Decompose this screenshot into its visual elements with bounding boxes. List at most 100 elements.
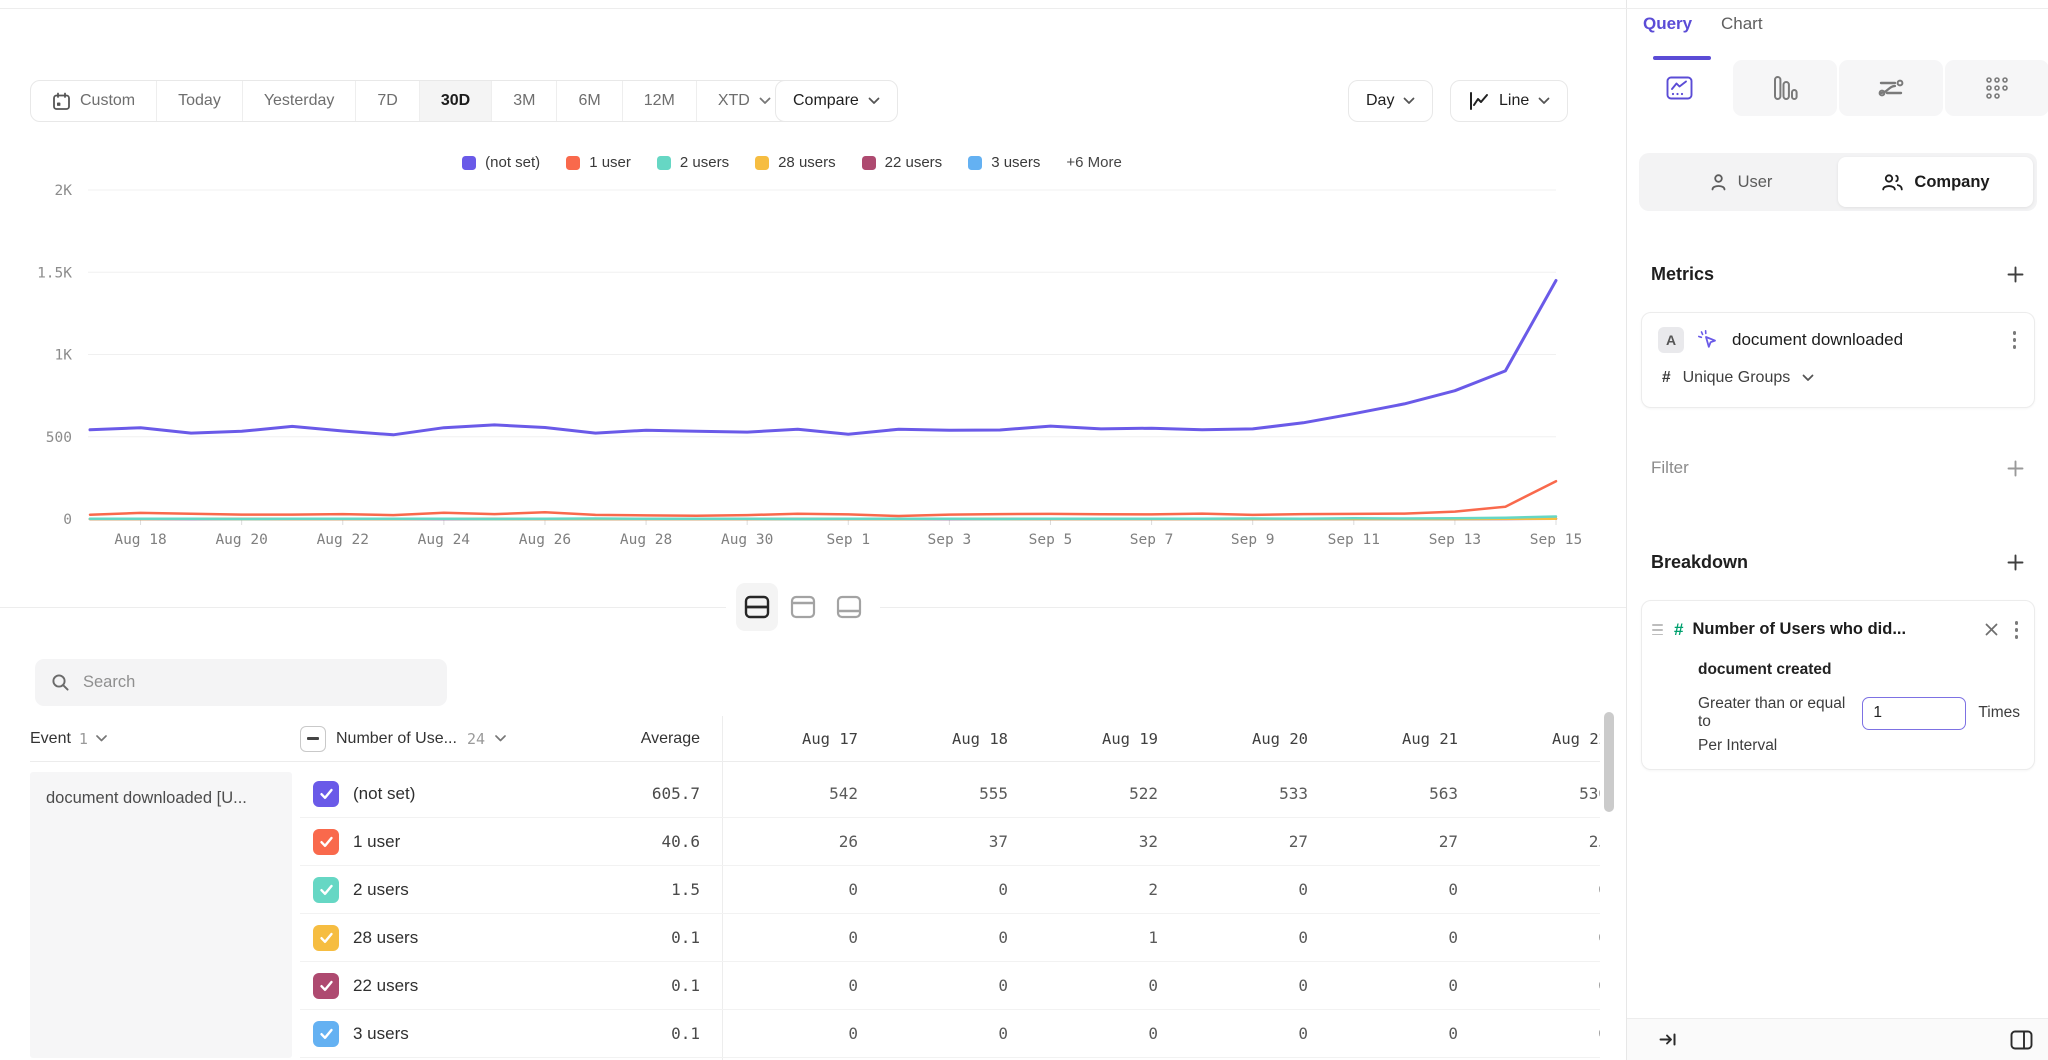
- series-label[interactable]: 22 users: [353, 976, 418, 996]
- date-column-header[interactable]: Aug 19: [1022, 730, 1172, 748]
- date-range-yesterday[interactable]: Yesterday: [243, 81, 357, 121]
- legend-swatch: [755, 156, 769, 170]
- legend-item[interactable]: 3 users: [968, 154, 1040, 171]
- date-column-header[interactable]: Aug 21: [1322, 730, 1472, 748]
- metric-card: A document downloaded # Unique Groups: [1641, 312, 2035, 408]
- series-header-label: Number of Use...: [336, 730, 457, 748]
- event-cell[interactable]: document downloaded [U...: [30, 772, 292, 1058]
- charttype-line-tab[interactable]: [1627, 60, 1731, 116]
- breakdown-section-header: Breakdown: [1651, 546, 2025, 578]
- date-range-12m[interactable]: 12M: [623, 81, 697, 121]
- series-checkbox[interactable]: [313, 1021, 339, 1047]
- svg-text:Aug 18: Aug 18: [114, 532, 166, 548]
- search-input[interactable]: [83, 673, 431, 692]
- breakdown-card-title[interactable]: Number of Users who did...: [1692, 620, 1971, 639]
- date-range-30d[interactable]: 30D: [420, 81, 492, 121]
- date-range-today[interactable]: Today: [157, 81, 243, 121]
- svg-text:2K: 2K: [55, 183, 73, 199]
- date-column-header[interactable]: Aug 20: [1172, 730, 1322, 748]
- date-range-6m[interactable]: 6M: [557, 81, 622, 121]
- line-chart-icon: [1468, 91, 1490, 111]
- condition-label[interactable]: Greater than or equal to: [1698, 695, 1850, 731]
- legend-more[interactable]: +6 More: [1066, 154, 1121, 171]
- charttype-grid-tab[interactable]: [1945, 60, 2048, 116]
- svg-text:Sep 7: Sep 7: [1130, 532, 1174, 548]
- close-icon[interactable]: [1981, 621, 2002, 638]
- series-checkbox[interactable]: [313, 877, 339, 903]
- legend-item[interactable]: 28 users: [755, 154, 836, 171]
- search-box: [35, 659, 447, 706]
- cell-value: 522: [1022, 784, 1172, 803]
- add-filter-button[interactable]: [2005, 458, 2025, 478]
- date-column-headers: Aug 17Aug 18Aug 19Aug 20Aug 21Aug 22: [722, 730, 1600, 748]
- tab-query[interactable]: Query: [1643, 14, 1692, 34]
- metric-event-name[interactable]: document downloaded: [1732, 330, 1996, 350]
- metric-aggregation[interactable]: # Unique Groups: [1662, 369, 1814, 387]
- calendar-icon: [52, 92, 71, 111]
- granularity-label: Day: [1366, 92, 1394, 110]
- series-label[interactable]: 28 users: [353, 928, 418, 948]
- collapse-panel-icon[interactable]: [1659, 1031, 1677, 1048]
- date-column-header[interactable]: Aug 18: [872, 730, 1022, 748]
- legend-item[interactable]: (not set): [462, 154, 540, 171]
- layout-table-only-button[interactable]: [828, 583, 870, 631]
- cell-value: 0: [1172, 928, 1322, 947]
- table-row: (not set)605.7542555522533563530: [300, 770, 1600, 818]
- chevron-down-icon: [868, 97, 880, 105]
- entity-user[interactable]: User: [1643, 157, 1838, 207]
- date-range-7d[interactable]: 7D: [356, 81, 419, 121]
- add-metric-button[interactable]: [2005, 264, 2025, 284]
- date-column-header[interactable]: Aug 17: [722, 730, 872, 748]
- tab-chart[interactable]: Chart: [1721, 14, 1763, 34]
- line-chart-icon: [1666, 76, 1693, 100]
- average-value: 0.1: [560, 976, 700, 995]
- date-column-header[interactable]: Aug 22: [1472, 730, 1600, 748]
- series-checkbox[interactable]: [313, 973, 339, 999]
- legend-swatch: [968, 156, 982, 170]
- person-icon: [1709, 173, 1728, 192]
- chart-and-table-area: CustomTodayYesterday7D30D3M6M12MXTD Comp…: [0, 0, 1626, 1060]
- layout-chart-only-button[interactable]: [782, 583, 824, 631]
- cell-value: 0: [1172, 1024, 1322, 1043]
- layout-split-button[interactable]: [736, 583, 778, 631]
- charttype-bar-tab[interactable]: [1733, 60, 1837, 116]
- metric-menu-button[interactable]: [2009, 327, 2021, 353]
- active-tab-underline: [1653, 56, 1711, 60]
- svg-text:Aug 20: Aug 20: [215, 532, 267, 548]
- series-checkbox[interactable]: [313, 829, 339, 855]
- legend-item[interactable]: 1 user: [566, 154, 631, 171]
- series-checkbox[interactable]: [313, 925, 339, 951]
- analytics-dashboard: CustomTodayYesterday7D30D3M6M12MXTD Comp…: [0, 0, 2048, 1060]
- series-label[interactable]: 1 user: [353, 832, 400, 852]
- series-label[interactable]: 2 users: [353, 880, 409, 900]
- cell-value: 0: [1322, 928, 1472, 947]
- average-column-header[interactable]: Average: [560, 730, 700, 748]
- date-range-custom[interactable]: Custom: [31, 81, 157, 121]
- chart-type-dropdown[interactable]: Line: [1450, 80, 1568, 122]
- series-label[interactable]: (not set): [353, 784, 415, 804]
- legend-item[interactable]: 2 users: [657, 154, 729, 171]
- legend-item[interactable]: 22 users: [862, 154, 943, 171]
- add-breakdown-button[interactable]: [2005, 552, 2025, 572]
- date-range-3m[interactable]: 3M: [492, 81, 557, 121]
- table-row: 22 users0.1000000: [300, 962, 1600, 1010]
- line-chart: 05001K1.5K2KAug 18Aug 20Aug 22Aug 24Aug …: [0, 130, 1626, 570]
- select-all-checkbox[interactable]: [300, 726, 326, 752]
- drag-handle-icon[interactable]: [1650, 622, 1665, 637]
- charttype-flow-tab[interactable]: [1839, 60, 1943, 116]
- chevron-down-icon[interactable]: [495, 735, 506, 742]
- per-interval-label[interactable]: Per Interval: [1698, 737, 1777, 755]
- table-body: (not set)605.75425555225335635301 user40…: [300, 770, 1600, 1058]
- compare-button[interactable]: Compare: [775, 80, 898, 122]
- table-scrollbar[interactable]: [1604, 712, 1614, 812]
- series-label[interactable]: 3 users: [353, 1024, 409, 1044]
- breakdown-menu-button[interactable]: [2011, 617, 2023, 643]
- panel-layout-icon[interactable]: [2010, 1030, 2033, 1050]
- hash-icon: #: [1662, 369, 1671, 387]
- granularity-dropdown[interactable]: Day: [1348, 80, 1433, 122]
- entity-company[interactable]: Company: [1838, 157, 2033, 207]
- condition-value-input[interactable]: [1862, 697, 1966, 730]
- event-column-header[interactable]: Event 1: [30, 730, 300, 748]
- series-checkbox[interactable]: [313, 781, 339, 807]
- cell-value: 0: [722, 976, 872, 995]
